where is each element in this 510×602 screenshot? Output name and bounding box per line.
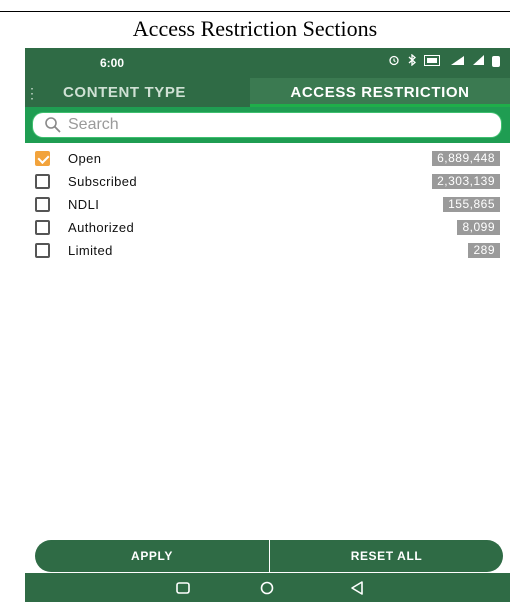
filter-count-badge: 155,865: [443, 197, 500, 212]
signal-4g-icon: [447, 54, 465, 69]
search-input[interactable]: [68, 113, 488, 137]
volte-icon: [424, 54, 440, 69]
figure-caption: Access Restriction Sections: [132, 16, 378, 41]
recents-icon[interactable]: [173, 578, 193, 598]
filter-count-badge: 289: [468, 243, 500, 258]
filter-row-authorized[interactable]: Authorized 8,099: [25, 217, 510, 239]
tab-content-type[interactable]: CONTENT TYPE: [63, 78, 243, 107]
phone-screen: 6:00 ⋮ CONTENT TYPE ACCESS RESTRICTION S…: [25, 48, 510, 602]
home-icon[interactable]: [257, 578, 277, 598]
filter-row-open[interactable]: Open 6,889,448: [25, 148, 510, 170]
filter-row-ndli[interactable]: NDLI 155,865: [25, 194, 510, 216]
status-bar: 6:00: [25, 48, 510, 78]
tab-overflow-edge: ⋮: [25, 85, 39, 101]
alarm-icon: [388, 54, 400, 69]
system-nav-bar: [25, 573, 510, 602]
checkbox[interactable]: [35, 243, 50, 258]
battery-icon: [492, 56, 500, 67]
tab-access-restriction[interactable]: ACCESS RESTRICTION: [250, 78, 510, 107]
search-bar: [25, 107, 510, 143]
tab-bar: ⋮ CONTENT TYPE ACCESS RESTRICTION: [25, 78, 510, 107]
filter-label: Limited: [68, 243, 113, 258]
back-icon[interactable]: [347, 578, 367, 598]
checkbox-checked[interactable]: [35, 151, 50, 166]
filter-label: Open: [68, 151, 102, 166]
action-bar: APPLY RESET ALL: [35, 540, 503, 572]
filter-label: Subscribed: [68, 174, 138, 189]
checkbox[interactable]: [35, 220, 50, 235]
filter-count-badge: 8,099: [457, 220, 500, 235]
filter-label: Authorized: [68, 220, 135, 235]
signal-icon: [472, 54, 485, 69]
checkbox[interactable]: [35, 197, 50, 212]
apply-button[interactable]: APPLY: [35, 540, 269, 572]
bluetooth-icon: [407, 53, 417, 69]
filter-row-subscribed[interactable]: Subscribed 2,303,139: [25, 171, 510, 193]
filter-count-badge: 2,303,139: [432, 174, 500, 189]
top-rule: [0, 11, 510, 12]
checkbox[interactable]: [35, 174, 50, 189]
filter-count-badge: 6,889,448: [432, 151, 500, 166]
search-icon: [44, 116, 62, 134]
filter-label: NDLI: [68, 197, 100, 212]
status-icons: [388, 53, 500, 69]
search-box[interactable]: [33, 113, 501, 137]
reset-all-button[interactable]: RESET ALL: [270, 540, 503, 572]
status-time: 6:00: [100, 56, 125, 70]
filter-row-limited[interactable]: Limited 289: [25, 240, 510, 262]
